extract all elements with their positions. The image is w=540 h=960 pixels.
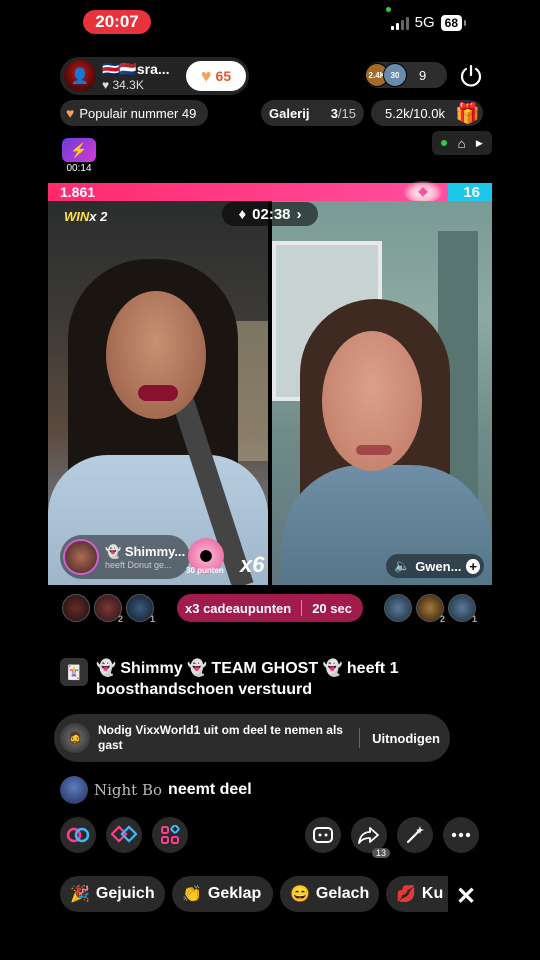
supporter-avatar[interactable] [62,594,90,622]
viewer-count: 9 [419,67,427,83]
heart-icon: ♥ [66,105,75,121]
network-label: 5G [414,14,435,31]
party-popper-icon: 🎉 [70,886,90,903]
home-icon[interactable]: ⌂ [458,136,466,151]
kiss-icon: 💋 [396,886,416,903]
privacy-indicator [386,7,391,12]
gift-points: 30 punten [186,566,224,575]
battle-icon[interactable] [106,817,142,853]
reaction-kiss[interactable]: 💋 Ku [386,876,448,912]
supporter-avatar[interactable] [384,594,412,622]
share-count: 13 [371,848,390,858]
speaker-icon[interactable]: 🔈 [394,558,410,574]
signal-icon [390,16,409,30]
supporter-avatar[interactable]: 1 [126,594,155,624]
top-supporters-right: 2 1 [384,594,477,624]
follow-button[interactable]: ♥ 65 [186,61,246,91]
supporter-avatar[interactable]: 1 [448,594,477,624]
rank-pill[interactable]: ♥ Populair nummer 49 [60,100,208,126]
gift-sender-avatar [63,539,99,575]
join-user-name[interactable]: Night Bo [94,781,162,799]
reaction-cheer[interactable]: 🎉 Gejuich [60,876,165,912]
join-message: Night Bo neemt deel [60,776,252,804]
top-supporters-left: 2 1 [62,594,155,624]
gift-description: heeft Donut ge... [105,560,172,570]
clap-icon: 👏 [182,886,202,903]
score-left: 1.861 ◆ [48,181,448,201]
lips [138,385,178,401]
video-area: WINx 2 [48,201,492,585]
boost-pill[interactable]: x3 cadeaupunten 20 sec [177,594,363,622]
diamond-icon: ♦ [238,205,247,223]
battery-icon: 68 [440,14,467,31]
add-guest-button[interactable]: + [466,558,480,574]
close-icon[interactable]: ✕ [456,882,476,911]
share-icon[interactable]: 13 [351,817,390,858]
user-avatar [60,776,88,804]
link-icon[interactable] [60,817,96,853]
live-dot-icon [441,140,448,146]
invite-button[interactable]: Uitnodigen [372,731,440,746]
host-name: 🇨🇷🇳🇱sra... [102,60,170,77]
mascot-icon: ◆ [404,181,442,201]
host-info: 🇨🇷🇳🇱sra... ♥ 34.3K [102,61,184,92]
gift-multiplier: x6 [240,552,265,577]
guest-video[interactable] [272,201,492,585]
host-video[interactable]: WINx 2 [48,201,268,585]
lightning-icon: ⚡ [62,138,96,162]
laugh-icon: 😄 [290,886,310,903]
host-avatar[interactable]: 👤 [64,60,96,92]
gift-notification[interactable]: 👻 Shimmy... heeft Donut ge... [60,535,190,579]
reaction-clap[interactable]: 👏 Geklap [172,876,273,912]
apps-icon[interactable] [152,817,188,853]
score-right: 16 [448,183,492,201]
supporter-avatar[interactable]: 2 [416,594,445,624]
status-bar: 20:07 5G 68 [0,0,540,44]
gift-sender-name: 👻 Shimmy... [105,544,186,559]
invite-avatar: 🧔 [60,723,90,753]
status-icons: 5G 68 [390,14,467,31]
guest-label[interactable]: 🔈 Gwen... + [386,554,484,578]
more-icon[interactable] [443,817,479,853]
power-icon[interactable] [458,63,484,89]
timer-badge[interactable]: ⚡ 00:14 [60,138,98,174]
lips [356,445,392,455]
chat-message: 🃏 👻 Shimmy 👻 TEAM GHOST 👻 heeft 1 boosth… [60,658,480,700]
chevron-right-icon[interactable]: ▶ [476,138,483,149]
battle-timer[interactable]: ♦ 02:38 › [222,202,318,226]
reaction-laugh[interactable]: 😄 Gelach [280,876,379,912]
viewer-avatar[interactable]: 30 [383,63,407,87]
viewer-list[interactable]: 2.4K 30 9 [365,62,447,88]
win-label: WINx 2 [64,209,108,224]
gallery-pill[interactable]: Galerij 3/15 [261,100,364,126]
magic-wand-icon[interactable] [397,817,433,853]
chevron-right-icon: › [296,205,302,223]
gift-goal-icon[interactable]: 🎁 [455,101,480,126]
boost-glove-icon: 🃏 [60,658,88,686]
status-time: 20:07 [83,10,151,34]
supporter-avatar[interactable]: 2 [94,594,123,624]
host-likes: ♥ 34.3K [102,77,144,92]
game-icon[interactable] [305,817,341,853]
battle-score-bar: 1.861 ◆ 16 [48,181,492,201]
mini-controls[interactable]: ⌂ ▶ [432,131,492,155]
invite-banner: 🧔 Nodig VixxWorld1 uit om deel te nemen … [54,714,450,762]
heart-icon: ♥ [200,65,212,86]
host-card[interactable]: 👤 🇨🇷🇳🇱sra... ♥ 34.3K ♥ 65 [60,57,249,95]
